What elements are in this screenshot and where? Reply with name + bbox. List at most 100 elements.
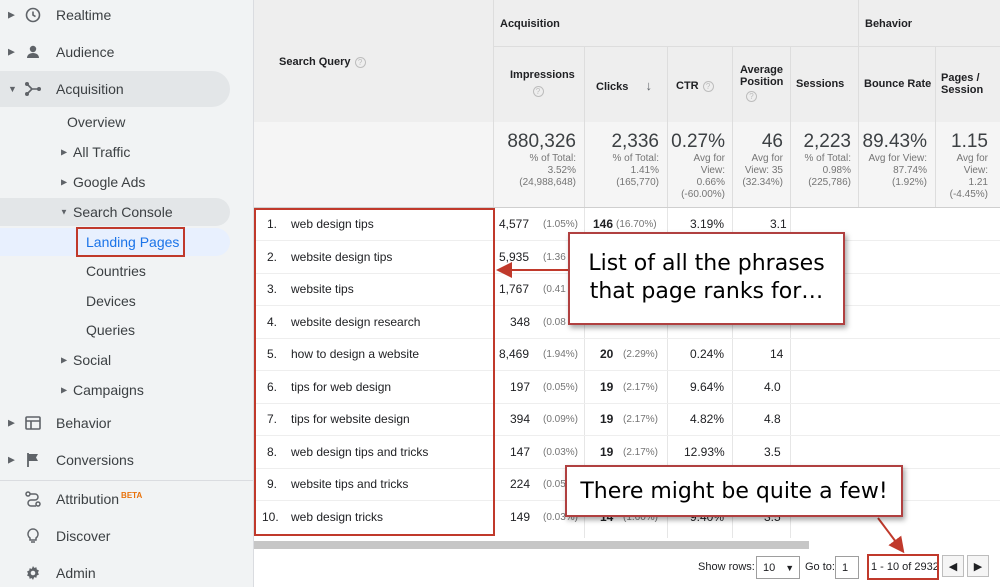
sidebar-item-label: Discover bbox=[56, 528, 111, 544]
sidebar-item-campaigns[interactable]: ▶ Campaigns bbox=[0, 375, 254, 405]
summary-avg: View: 35 bbox=[744, 165, 783, 176]
ctr-value: 4.82% bbox=[690, 412, 725, 426]
sidebar-item-all-traffic[interactable]: ▶ All Traffic bbox=[0, 137, 254, 167]
behavior-icon bbox=[24, 414, 42, 432]
impressions-value: 149 bbox=[510, 510, 531, 524]
impressions-percent: (1.05%) bbox=[543, 219, 579, 230]
group-header-behavior: Behavior bbox=[865, 18, 913, 30]
summary-delta: (32.34%) bbox=[742, 177, 783, 188]
callout-quite-a-few: There might be quite a few! bbox=[565, 465, 903, 517]
sidebar-item-countries[interactable]: Countries bbox=[0, 256, 254, 286]
sidebar-item-label: Realtime bbox=[56, 7, 112, 23]
summary-value: 2,223 bbox=[803, 131, 851, 152]
help-icon[interactable]: ? bbox=[702, 80, 714, 92]
ctr-label: CTR bbox=[676, 80, 699, 92]
clicks-label: Clicks bbox=[596, 81, 629, 93]
impressions-value: 394 bbox=[510, 412, 531, 426]
summary-value: 1.15 bbox=[951, 131, 988, 152]
sidebar-item-realtime[interactable]: ▶ Realtime bbox=[0, 0, 254, 30]
column-header-sessions[interactable]: Sessions bbox=[796, 78, 844, 90]
summary-label: % of Total: bbox=[529, 153, 576, 164]
impressions-percent: (0.05%) bbox=[543, 382, 579, 393]
ctr-value: 12.93% bbox=[684, 445, 725, 459]
sidebar-item-social[interactable]: ▶ Social bbox=[0, 345, 254, 375]
attribution-icon bbox=[24, 490, 42, 508]
sidebar-item-acquisition[interactable]: ▼ Acquisition bbox=[0, 74, 254, 104]
average-label: Average bbox=[740, 64, 784, 76]
clicks-percent: (2.17%) bbox=[623, 414, 659, 425]
beta-badge: BETA bbox=[121, 491, 143, 501]
clicks-value: 19 bbox=[600, 445, 614, 459]
sidebar-item-label: Overview bbox=[67, 114, 126, 130]
sidebar-divider bbox=[0, 480, 254, 481]
chevron-down-icon: ▼ bbox=[785, 562, 795, 573]
goto-label: Go to: bbox=[805, 561, 835, 573]
callout-line: There might be quite a few! bbox=[580, 479, 888, 504]
sidebar-item-overview[interactable]: Overview bbox=[0, 107, 254, 137]
goto-page-input[interactable]: 1 bbox=[835, 556, 859, 579]
horizontal-scrollbar[interactable] bbox=[254, 541, 809, 549]
column-header-pages-session[interactable]: Pages / Session bbox=[941, 72, 983, 96]
callout-line: List of all the phrases bbox=[588, 251, 825, 276]
expand-caret-icon: ▶ bbox=[8, 417, 15, 428]
sidebar-item-devices[interactable]: Devices bbox=[0, 286, 254, 316]
sidebar-item-discover[interactable]: Discover bbox=[0, 521, 254, 551]
summary-avg: 87.74% bbox=[893, 165, 927, 176]
summary-label: Avg for bbox=[751, 153, 784, 164]
position-value: 3.5 bbox=[764, 445, 781, 459]
sidebar-item-behavior[interactable]: ▶ Behavior bbox=[0, 408, 254, 438]
sort-down-arrow-icon[interactable]: ↓ bbox=[645, 78, 652, 93]
sidebar-item-admin[interactable]: Admin bbox=[0, 558, 254, 587]
impressions-percent: (0.05 bbox=[543, 479, 566, 490]
expand-caret-icon: ▶ bbox=[61, 177, 68, 187]
sidebar-item-google-ads[interactable]: ▶ Google Ads bbox=[0, 167, 254, 197]
column-header-impressions[interactable]: Impressions ? bbox=[510, 69, 575, 97]
impressions-value: 1,767 bbox=[499, 282, 530, 296]
summary-avg: 1.21 bbox=[968, 177, 988, 188]
sidebar-item-audience[interactable]: ▶ Audience bbox=[0, 37, 254, 67]
prev-page-button[interactable]: ◀ bbox=[942, 555, 964, 577]
clicks-value: 19 bbox=[600, 412, 614, 426]
column-header-ctr[interactable]: CTR? bbox=[676, 80, 714, 92]
show-rows-select[interactable]: 10 ▼ bbox=[756, 556, 800, 579]
next-page-button[interactable]: ▶ bbox=[967, 555, 989, 577]
sidebar-item-label: Social bbox=[73, 352, 112, 368]
chevron-left-icon: ◀ bbox=[948, 560, 958, 573]
clicks-value: 19 bbox=[600, 380, 614, 394]
group-header-acquisition: Acquisition bbox=[500, 18, 560, 30]
impressions-percent: (1.36 bbox=[543, 252, 566, 263]
sidebar-item-label: Devices bbox=[86, 293, 136, 309]
position-value: 4.0 bbox=[764, 380, 781, 394]
impressions-label: Impressions bbox=[510, 69, 575, 81]
help-icon[interactable]: ? bbox=[532, 85, 544, 97]
sidebar-item-label: Campaigns bbox=[73, 382, 144, 398]
sidebar-item-label: Admin bbox=[56, 565, 96, 581]
column-header-search-query[interactable]: Search Query? bbox=[279, 56, 366, 68]
summary-label: Avg for bbox=[956, 153, 989, 164]
summary-clicks: 2,336 % of Total: 1.41% (165,770) bbox=[585, 131, 659, 189]
column-header-clicks[interactable]: Clicks ↓ bbox=[596, 78, 652, 93]
impressions-percent: (0.09%) bbox=[543, 414, 579, 425]
column-header-bounce-rate[interactable]: Bounce Rate bbox=[864, 78, 931, 90]
summary-value: 0.27% bbox=[671, 131, 725, 152]
clicks-percent: (16.70%) bbox=[616, 219, 657, 230]
summary-value: 2,336 bbox=[611, 131, 659, 152]
summary-value: 880,326 bbox=[507, 131, 576, 152]
summary-impressions: 880,326 % of Total: 3.52% (24,988,648) bbox=[495, 131, 576, 189]
clicks-percent: (2.29%) bbox=[623, 349, 659, 360]
help-icon[interactable]: ? bbox=[354, 56, 366, 68]
summary-label: Avg for bbox=[693, 153, 726, 164]
sidebar-item-attribution[interactable]: Attribution BETA bbox=[0, 484, 254, 514]
column-header-average-position[interactable]: Average Position ? bbox=[740, 64, 783, 102]
sidebar-item-conversions[interactable]: ▶ Conversions bbox=[0, 445, 254, 475]
sidebar-item-label: Queries bbox=[86, 322, 136, 338]
help-icon[interactable]: ? bbox=[746, 90, 757, 102]
summary-pages-session: 1.15 Avg for View: 1.21 (-4.45%) bbox=[936, 131, 988, 201]
sidebar-item-queries[interactable]: Queries bbox=[0, 315, 254, 345]
sidebar: ▶ Realtime ▶ Audience ▼ Acquisition Over… bbox=[0, 0, 254, 587]
summary-bounce-rate: 89.43% Avg for View: 87.74% (1.92%) bbox=[859, 131, 927, 189]
query-list-annotation-box bbox=[254, 208, 495, 536]
sidebar-item-search-console[interactable]: ▼ Search Console bbox=[0, 197, 254, 227]
summary-percent: 1.41% bbox=[630, 165, 659, 176]
ctr-value: 9.64% bbox=[690, 380, 725, 394]
